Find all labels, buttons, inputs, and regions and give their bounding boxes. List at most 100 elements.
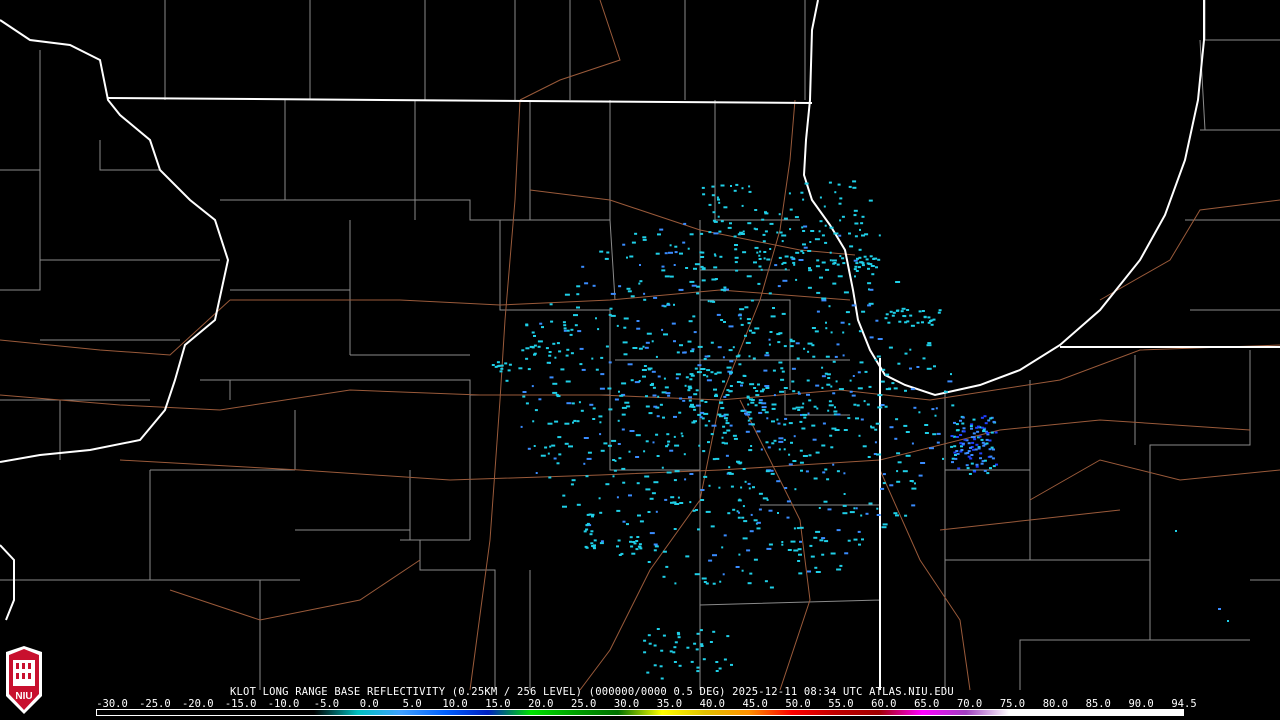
echo-pixel xyxy=(566,348,570,351)
echo-pixel xyxy=(929,447,934,450)
echo-pixel xyxy=(750,401,755,404)
echo-pixel xyxy=(875,266,878,269)
echo-pixel xyxy=(853,268,857,271)
colorbar-segment xyxy=(97,710,141,715)
echo-pixel xyxy=(711,424,717,427)
echo-pixel xyxy=(884,405,888,408)
echo-pixel xyxy=(688,399,692,402)
echo-pixel xyxy=(762,233,766,236)
echo-pixel xyxy=(564,422,570,425)
echo-pixel xyxy=(813,405,817,408)
echo-pixel xyxy=(877,394,883,397)
echo-pixel xyxy=(759,250,762,253)
echo-pixel xyxy=(657,395,660,398)
echo-pixel xyxy=(717,198,720,201)
echo-pixel xyxy=(733,189,737,192)
echo-pixel xyxy=(674,444,680,447)
echo-pixel xyxy=(858,330,862,333)
echo-pixel xyxy=(652,386,656,389)
echo-pixel xyxy=(607,444,612,447)
echo-pixel xyxy=(869,288,874,291)
product-caption: KLOT LONG RANGE BASE REFLECTIVITY (0.25K… xyxy=(230,686,954,698)
echo-pixel xyxy=(985,438,989,441)
echo-pixel xyxy=(829,226,834,229)
echo-pixel xyxy=(740,486,743,489)
echo-pixel xyxy=(808,454,812,457)
echo-pixel xyxy=(792,257,795,260)
echo-pixel xyxy=(974,448,978,451)
echo-pixel xyxy=(758,411,763,414)
echo-pixel xyxy=(857,371,861,374)
echo-pixel xyxy=(628,450,631,453)
echo-pixel xyxy=(994,431,998,434)
echo-pixel xyxy=(616,545,619,548)
echo-pixel xyxy=(663,377,666,380)
echo-pixel xyxy=(970,462,974,465)
echo-pixel xyxy=(518,367,523,370)
echo-pixel xyxy=(699,629,703,632)
echo-pixel xyxy=(853,507,856,510)
echo-pixel xyxy=(600,373,605,376)
echo-pixel xyxy=(678,411,682,414)
echo-pixel xyxy=(554,356,557,359)
echo-pixel xyxy=(871,273,875,276)
echo-pixel xyxy=(822,422,826,425)
echo-pixel xyxy=(643,639,647,642)
echo-pixel xyxy=(830,552,836,555)
echo-pixel xyxy=(708,203,712,206)
echo-pixel xyxy=(723,286,727,289)
echo-pixel xyxy=(629,255,634,258)
echo-pixel xyxy=(606,251,610,254)
echo-pixel xyxy=(749,530,754,533)
echo-pixel xyxy=(725,419,728,422)
echo-pixel xyxy=(702,658,706,661)
echo-pixel xyxy=(653,543,658,546)
echo-pixel xyxy=(496,365,500,368)
colorbar-segment xyxy=(618,710,662,715)
colorbar-segment xyxy=(835,710,879,715)
echo-pixel xyxy=(599,511,603,514)
echo-pixel xyxy=(798,259,804,261)
echo-pixel xyxy=(762,240,766,243)
echo-pixel xyxy=(600,356,604,359)
echo-pixel xyxy=(992,465,996,468)
echo-pixel xyxy=(648,642,652,645)
echo-pixel xyxy=(730,485,734,488)
echo-pixel xyxy=(689,473,694,475)
echo-pixel xyxy=(790,441,793,444)
echo-pixel xyxy=(681,435,684,438)
echo-pixel xyxy=(673,303,675,306)
echo-pixel xyxy=(533,344,537,347)
echo-pixel xyxy=(951,461,954,464)
echo-pixel xyxy=(603,442,608,445)
echo-pixel xyxy=(690,350,695,353)
echo-pixel xyxy=(807,412,810,415)
echo-pixel xyxy=(638,380,641,382)
echo-pixel xyxy=(702,193,706,196)
echo-pixel xyxy=(500,367,504,370)
echo-pixel xyxy=(821,386,824,389)
echo-pixel xyxy=(852,180,857,183)
echo-pixel xyxy=(798,572,803,575)
echo-pixel xyxy=(812,355,816,358)
echo-pixel xyxy=(923,316,927,319)
echo-pixel xyxy=(629,540,632,543)
echo-pixel xyxy=(830,331,833,334)
echo-pixel xyxy=(756,527,761,530)
echo-pixel xyxy=(635,456,640,458)
echo-pixel xyxy=(757,383,760,386)
echo-pixel xyxy=(732,508,736,511)
echo-pixel xyxy=(697,528,700,531)
echo-pixel xyxy=(761,388,765,391)
echo-pixel xyxy=(583,530,587,533)
echo-pixel xyxy=(816,291,821,294)
echo-pixel xyxy=(836,343,840,346)
echo-pixel xyxy=(674,582,677,585)
echo-pixel xyxy=(799,449,803,452)
echo-pixel xyxy=(730,663,733,666)
echo-pixel xyxy=(643,292,646,295)
echo-pixel xyxy=(811,327,816,329)
echo-pixel xyxy=(852,186,857,189)
echo-pixel xyxy=(802,252,805,254)
echo-pixel xyxy=(638,545,642,548)
